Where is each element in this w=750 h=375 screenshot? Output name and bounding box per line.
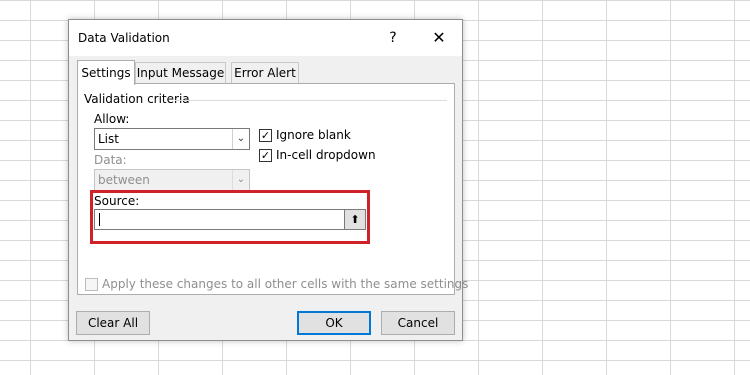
allow-value: List — [98, 132, 119, 146]
dialog-title: Data Validation — [78, 31, 170, 45]
allow-label: Allow: — [94, 112, 130, 126]
validation-criteria-heading: Validation criteria — [84, 92, 194, 106]
dialog-titlebar: Data Validation ? ✕ — [69, 20, 462, 56]
help-icon[interactable]: ? — [381, 27, 405, 49]
apply-all-label: Apply these changes to all other cells w… — [102, 277, 469, 291]
tab-settings[interactable]: Settings — [77, 60, 135, 85]
tab-input-message[interactable]: Input Message — [135, 62, 226, 83]
chevron-down-icon: ⌄ — [232, 129, 249, 149]
collapse-dialog-button[interactable]: ⬆ — [344, 209, 366, 230]
text-caret — [99, 213, 100, 226]
allow-select[interactable]: List ⌄ — [94, 128, 250, 150]
cancel-button[interactable]: Cancel — [381, 311, 455, 335]
in-cell-dropdown-label: In-cell dropdown — [276, 148, 376, 162]
data-select: between ⌄ — [94, 169, 250, 191]
data-label: Data: — [94, 153, 127, 167]
data-validation-dialog: Data Validation ? ✕ Settings Input Messa… — [68, 19, 468, 341]
group-divider — [175, 100, 447, 101]
clear-all-button[interactable]: Clear All — [76, 311, 150, 335]
data-value: between — [98, 173, 150, 187]
source-label: Source: — [94, 194, 140, 208]
chevron-down-icon: ⌄ — [232, 170, 249, 190]
tab-error-alert[interactable]: Error Alert — [231, 62, 299, 83]
checkbox-checked-icon: ✓ — [259, 129, 272, 142]
ignore-blank-label: Ignore blank — [276, 128, 351, 142]
source-input[interactable] — [94, 209, 345, 230]
checkbox-unchecked-icon — [85, 278, 98, 291]
checkbox-checked-icon: ✓ — [259, 149, 272, 162]
close-icon[interactable]: ✕ — [425, 27, 453, 49]
ok-button[interactable]: OK — [297, 311, 371, 335]
range-select-icon: ⬆ — [350, 213, 360, 226]
